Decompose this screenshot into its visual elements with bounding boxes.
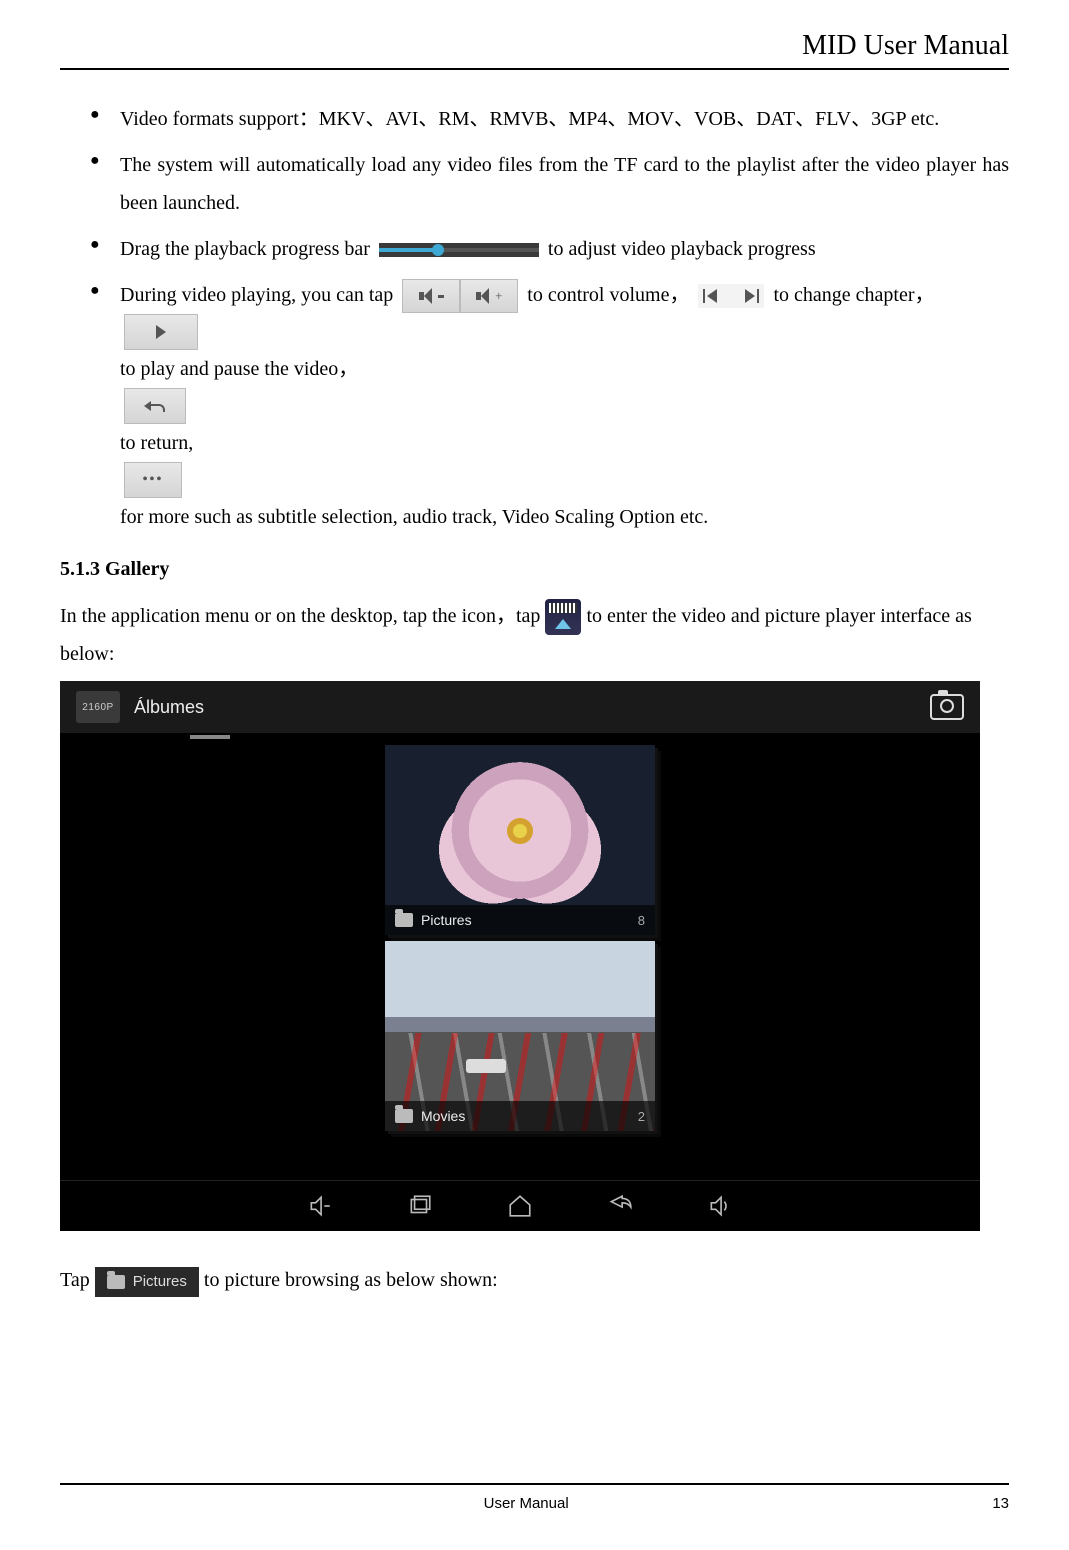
volume-control-icon: + — [402, 279, 518, 313]
tap-pictures-line: Tap Pictures to picture browsing as belo… — [60, 1261, 1009, 1299]
scroll-indicator — [190, 735, 230, 739]
android-navbar — [60, 1180, 980, 1231]
album-movies[interactable]: Movies 2 — [385, 941, 655, 1131]
bullet-controls: During video playing, you can tap + to c… — [60, 276, 1009, 536]
footer-center-text: User Manual — [60, 1495, 992, 1512]
pictures-button-icon: Pictures — [95, 1267, 199, 1297]
text-controls-6: for more such as subtitle selection, aud… — [120, 506, 708, 528]
folder-icon — [395, 913, 413, 927]
gallery-screenshot: 2160P Álbumes Pictures 8 Movies — [60, 681, 980, 1231]
gallery-intro: In the application menu or on the deskto… — [60, 597, 1009, 673]
text-controls-5: to return, — [120, 432, 193, 454]
text-controls-4: to play and pause the video， — [120, 358, 358, 380]
pictures-button-label: Pictures — [133, 1268, 187, 1297]
text-controls-1: During video playing, you can tap — [120, 284, 393, 306]
gallery-intro-pre: In the application menu or on the deskto… — [60, 605, 545, 627]
folder-icon — [395, 1109, 413, 1123]
header-rule — [60, 68, 1009, 70]
screenshot-title: Álbumes — [134, 697, 930, 718]
bullet-progress-bar: Drag the playback progress bar to adjust… — [60, 230, 1009, 268]
album-pictures[interactable]: Pictures 8 — [385, 745, 655, 935]
album-pictures-label: Pictures — [421, 912, 472, 928]
volume-down-icon[interactable] — [305, 1191, 335, 1221]
text-progress-pre: Drag the playback progress bar — [120, 238, 375, 260]
bullet-video-formats: Video formats support：MKV、AVI、RM、RMVB、MP… — [60, 100, 1009, 138]
text-controls-3: to change chapter， — [773, 284, 934, 306]
tap-pre: Tap — [60, 1269, 95, 1291]
bullet-list: Video formats support：MKV、AVI、RM、RMVB、MP… — [60, 100, 1009, 536]
chapter-control-icon — [698, 284, 764, 308]
app-logo-icon: 2160P — [76, 691, 120, 723]
page-footer: User Manual 13 — [60, 1473, 1009, 1512]
recent-apps-icon[interactable] — [405, 1191, 435, 1221]
tap-post: to picture browsing as below shown: — [204, 1269, 498, 1291]
gallery-app-icon — [545, 599, 581, 635]
volume-up-icon[interactable] — [705, 1191, 735, 1221]
header-title: MID User Manual — [60, 30, 1009, 62]
section-heading-gallery: 5.1.3 Gallery — [60, 558, 1009, 581]
return-icon — [124, 388, 186, 424]
text-controls-2: to control volume， — [527, 284, 689, 306]
progress-bar-icon — [379, 243, 539, 257]
album-movies-count: 2 — [638, 1109, 645, 1124]
album-pictures-count: 8 — [638, 913, 645, 928]
back-icon[interactable] — [605, 1191, 635, 1221]
screenshot-topbar: 2160P Álbumes — [60, 681, 980, 733]
text-progress-post: to adjust video playback progress — [548, 238, 816, 260]
play-pause-icon — [124, 314, 198, 350]
more-options-icon: ••• — [124, 462, 182, 498]
album-movies-label: Movies — [421, 1108, 465, 1124]
bullet-auto-load: The system will automatically load any v… — [60, 146, 1009, 222]
page-number: 13 — [992, 1495, 1009, 1512]
home-icon[interactable] — [505, 1191, 535, 1221]
camera-icon[interactable] — [930, 694, 964, 720]
